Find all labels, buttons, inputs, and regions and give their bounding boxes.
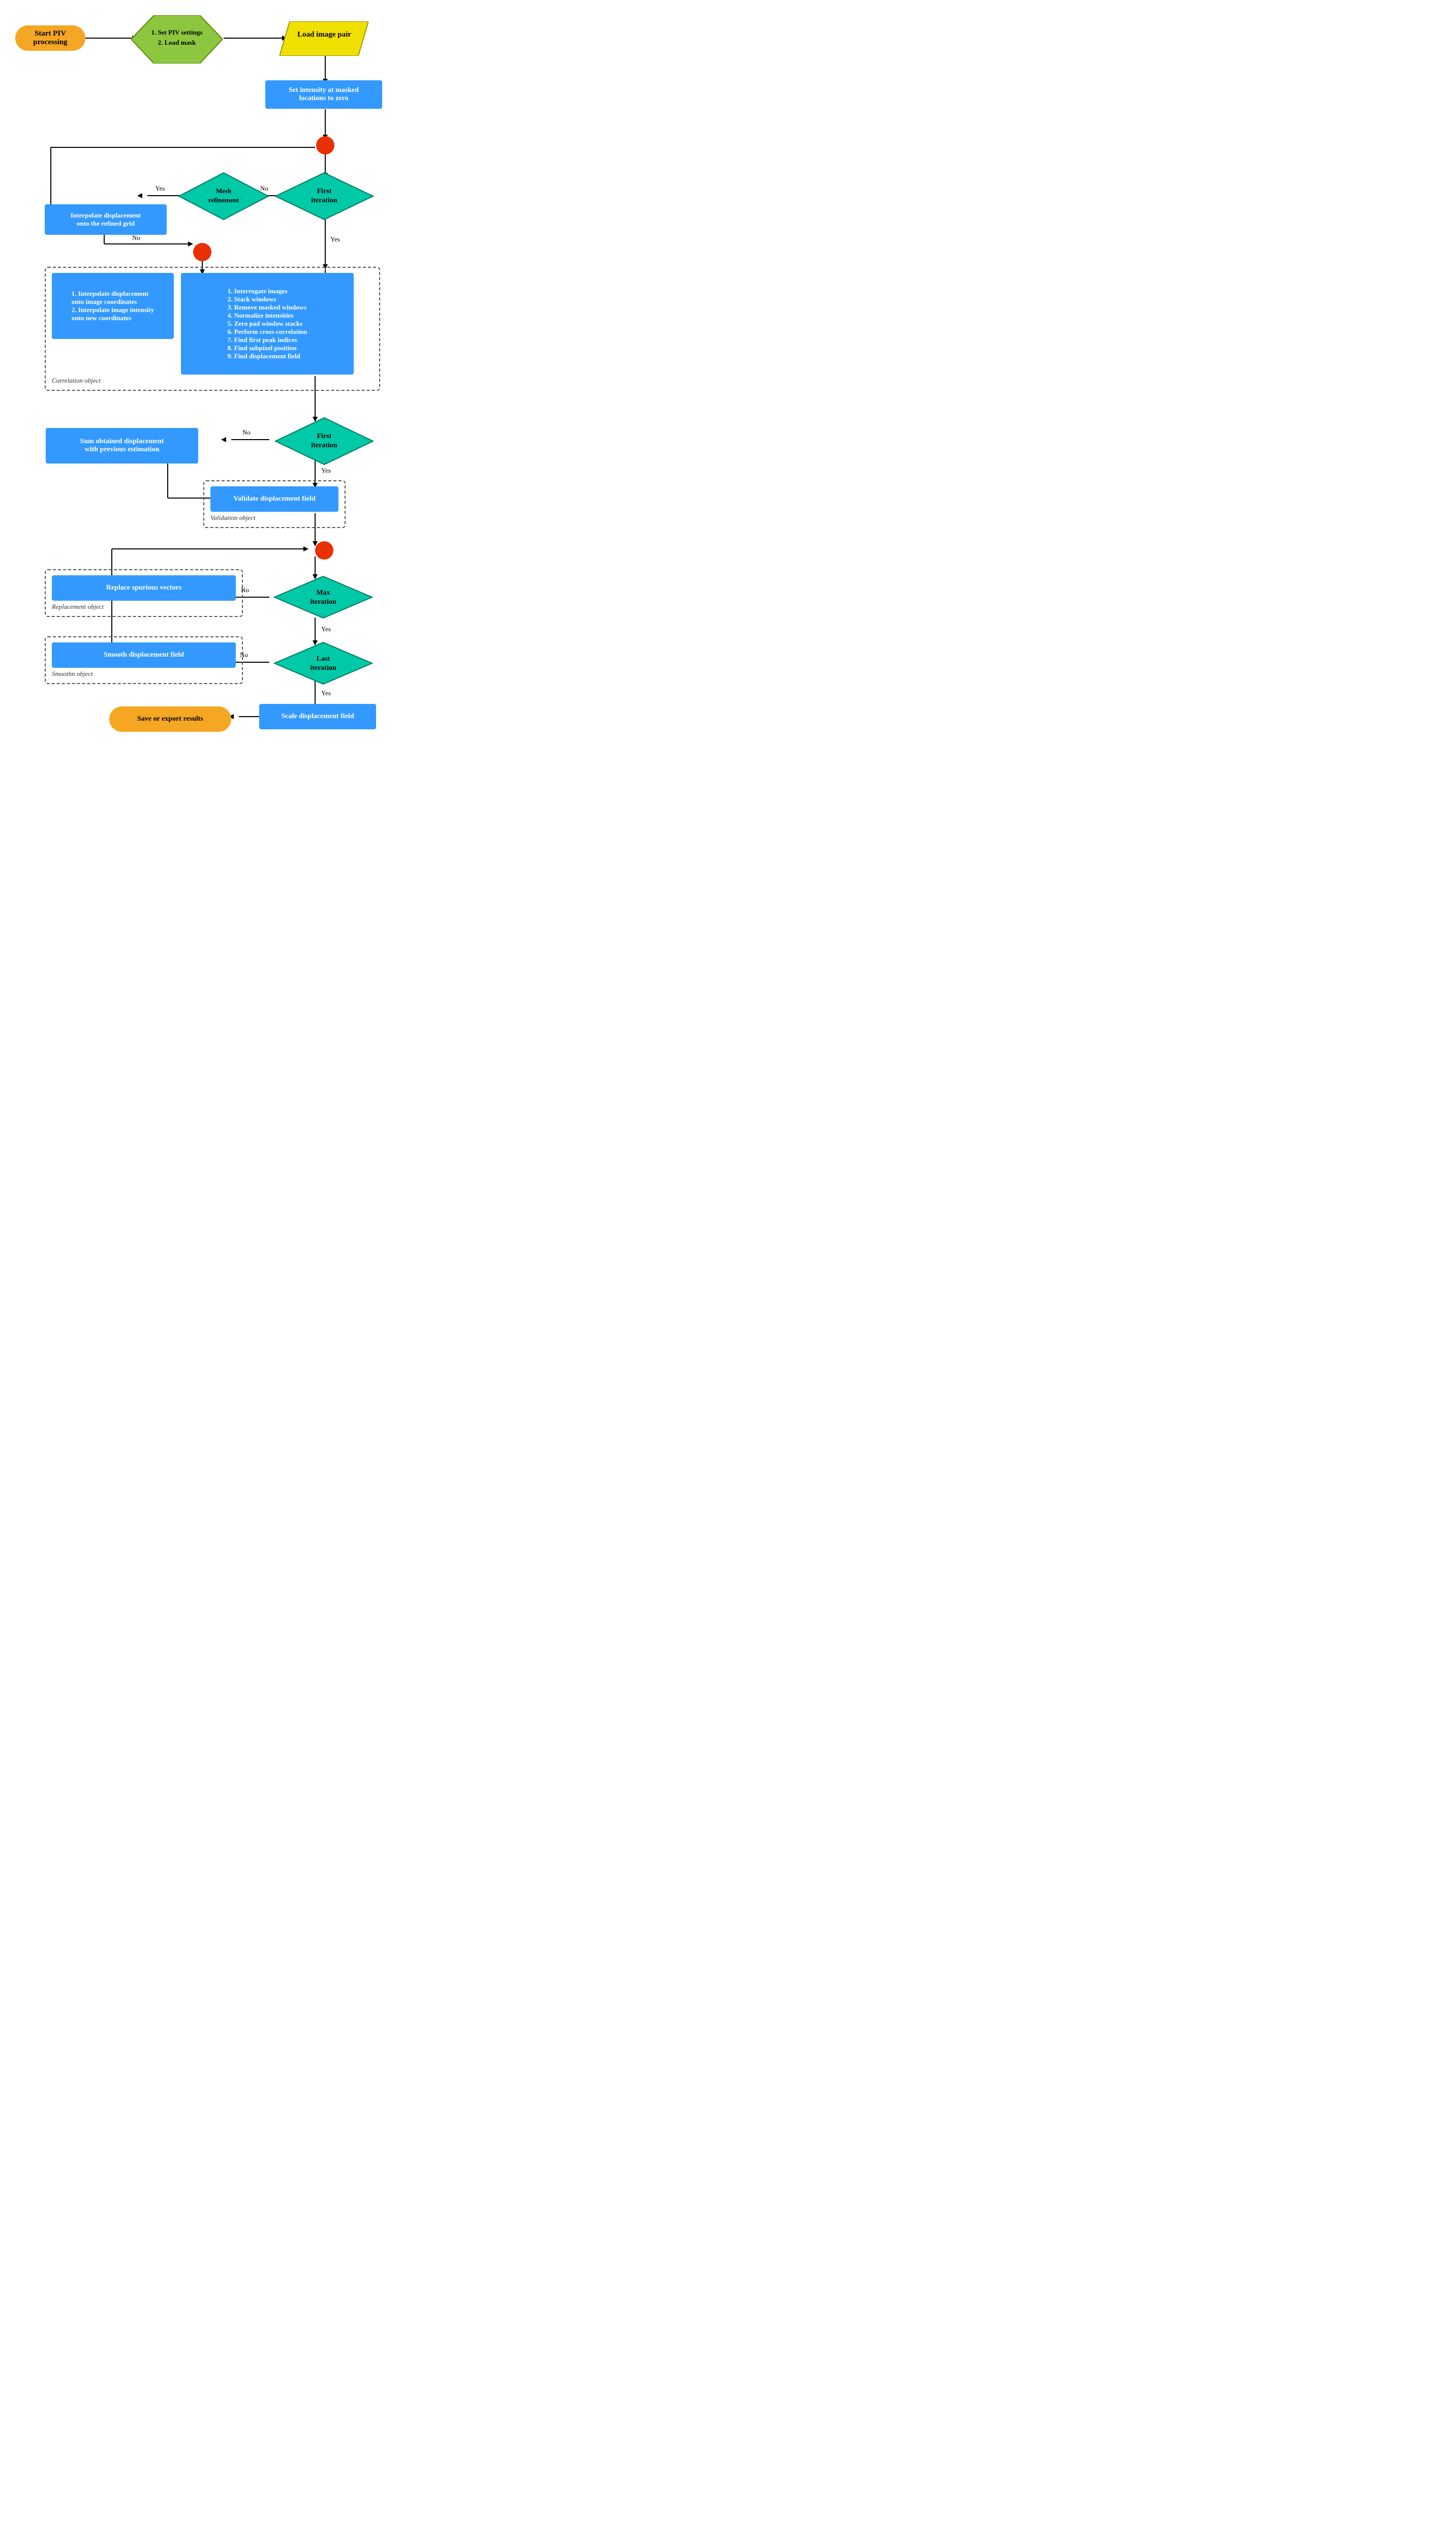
- interpolate-block-rect: 1. Interpolate displacement onto image c…: [52, 273, 174, 339]
- correlation-label: Correlation object: [52, 377, 373, 385]
- svg-text:Max: Max: [316, 589, 330, 597]
- start-node: Start PIV processing: [15, 25, 85, 51]
- circle2: [193, 243, 211, 261]
- svg-text:refinement: refinement: [208, 196, 239, 204]
- svg-text:iteration: iteration: [311, 442, 337, 449]
- settings-hex-svg: 1. Set PIV settings 2. Load mask: [131, 15, 223, 64]
- svg-text:iteration: iteration: [310, 598, 336, 606]
- max-iter-diamond: Max iteration: [273, 575, 373, 619]
- max-iter-node: Max iteration: [273, 575, 373, 622]
- first-iter2-node: First iteration: [274, 417, 374, 468]
- start-oval: Start PIV processing: [15, 25, 85, 51]
- svg-text:iteration: iteration: [310, 664, 336, 672]
- interpolate-grid-node: Interpolate displacement onto the refine…: [45, 204, 167, 235]
- svg-text:Yes: Yes: [156, 184, 165, 192]
- svg-text:Yes: Yes: [321, 689, 331, 697]
- svg-text:Last: Last: [317, 655, 330, 663]
- last-iter-diamond: Last iteration: [273, 641, 373, 685]
- validation-label: Validation object: [210, 514, 338, 522]
- smooth-dashed-node: Smooth displacement field Smoothn object: [45, 636, 243, 684]
- first-iter1-node: First iteration: [274, 172, 374, 223]
- settings-node: 1. Set PIV settings 2. Load mask: [131, 15, 223, 66]
- smooth-label: Smoothn object: [52, 670, 236, 678]
- mesh-refinement-diamond: Mesh refinement: [178, 172, 269, 221]
- last-iter-node: Last iteration: [273, 641, 373, 688]
- load-image-node: Load image pair: [280, 21, 368, 58]
- svg-text:Mesh: Mesh: [216, 187, 232, 195]
- interpolate-grid-rect: Interpolate displacement onto the refine…: [45, 204, 167, 235]
- set-intensity-rect: Set intensity at masked locations to zer…: [265, 80, 382, 109]
- mesh-refinement-node: Mesh refinement: [178, 172, 269, 223]
- svg-text:No: No: [242, 428, 251, 436]
- svg-text:No: No: [132, 234, 140, 241]
- load-image-para-svg: Load image pair: [280, 21, 368, 56]
- sum-displacement-node: Sum obtained displacement with previous …: [46, 428, 198, 464]
- validation-dashed-node: Validate displacement field Validation o…: [203, 480, 346, 528]
- circle2-node: [193, 243, 211, 264]
- validate-rect: Validate displacement field: [210, 486, 338, 512]
- replace-vectors-rect: Replace spurious vectors: [52, 575, 236, 601]
- svg-text:First: First: [317, 188, 332, 195]
- svg-text:iteration: iteration: [311, 197, 337, 204]
- svg-text:Yes: Yes: [330, 235, 340, 243]
- set-intensity-node: Set intensity at masked locations to zer…: [265, 80, 382, 109]
- scale-disp-node: Scale displacement field: [259, 704, 376, 729]
- first-iter2-diamond: First iteration: [274, 417, 374, 466]
- svg-text:1. Set PIV settings: 1. Set PIV settings: [151, 28, 203, 36]
- replacement-dashed-node: Replace spurious vectors Replacement obj…: [45, 569, 243, 617]
- smooth-rect: Smooth displacement field: [52, 642, 236, 668]
- circle3: [315, 541, 333, 560]
- scale-disp-rect: Scale displacement field: [259, 704, 376, 729]
- circle1-node: [316, 136, 334, 157]
- correlation-dashed-box: 1. Interpolate displacement onto image c…: [45, 267, 380, 391]
- svg-text:Load image pair: Load image pair: [297, 30, 351, 39]
- first-iter1-diamond: First iteration: [274, 172, 374, 221]
- circle1: [316, 136, 334, 155]
- smooth-dashed-box: Smooth displacement field Smoothn object: [45, 636, 243, 684]
- sum-displacement-rect: Sum obtained displacement with previous …: [46, 428, 198, 464]
- svg-text:First: First: [317, 433, 332, 440]
- correlation-steps-rect: 1. Interrogate images 2. Stack windows 3…: [181, 273, 354, 375]
- validation-dashed-box: Validate displacement field Validation o…: [203, 480, 346, 528]
- svg-text:Yes: Yes: [321, 625, 331, 633]
- replacement-label: Replacement object: [52, 603, 236, 611]
- replacement-dashed-box: Replace spurious vectors Replacement obj…: [45, 569, 243, 617]
- flowchart: No Yes Yes No No: [10, 10, 407, 712]
- correlation-dashed-node: 1. Interpolate displacement onto image c…: [45, 267, 380, 391]
- svg-text:2. Load mask: 2. Load mask: [158, 39, 197, 46]
- save-export-oval: Save or export results: [109, 706, 231, 732]
- save-export-node: Save or export results: [109, 706, 231, 732]
- circle3-node: [315, 541, 333, 562]
